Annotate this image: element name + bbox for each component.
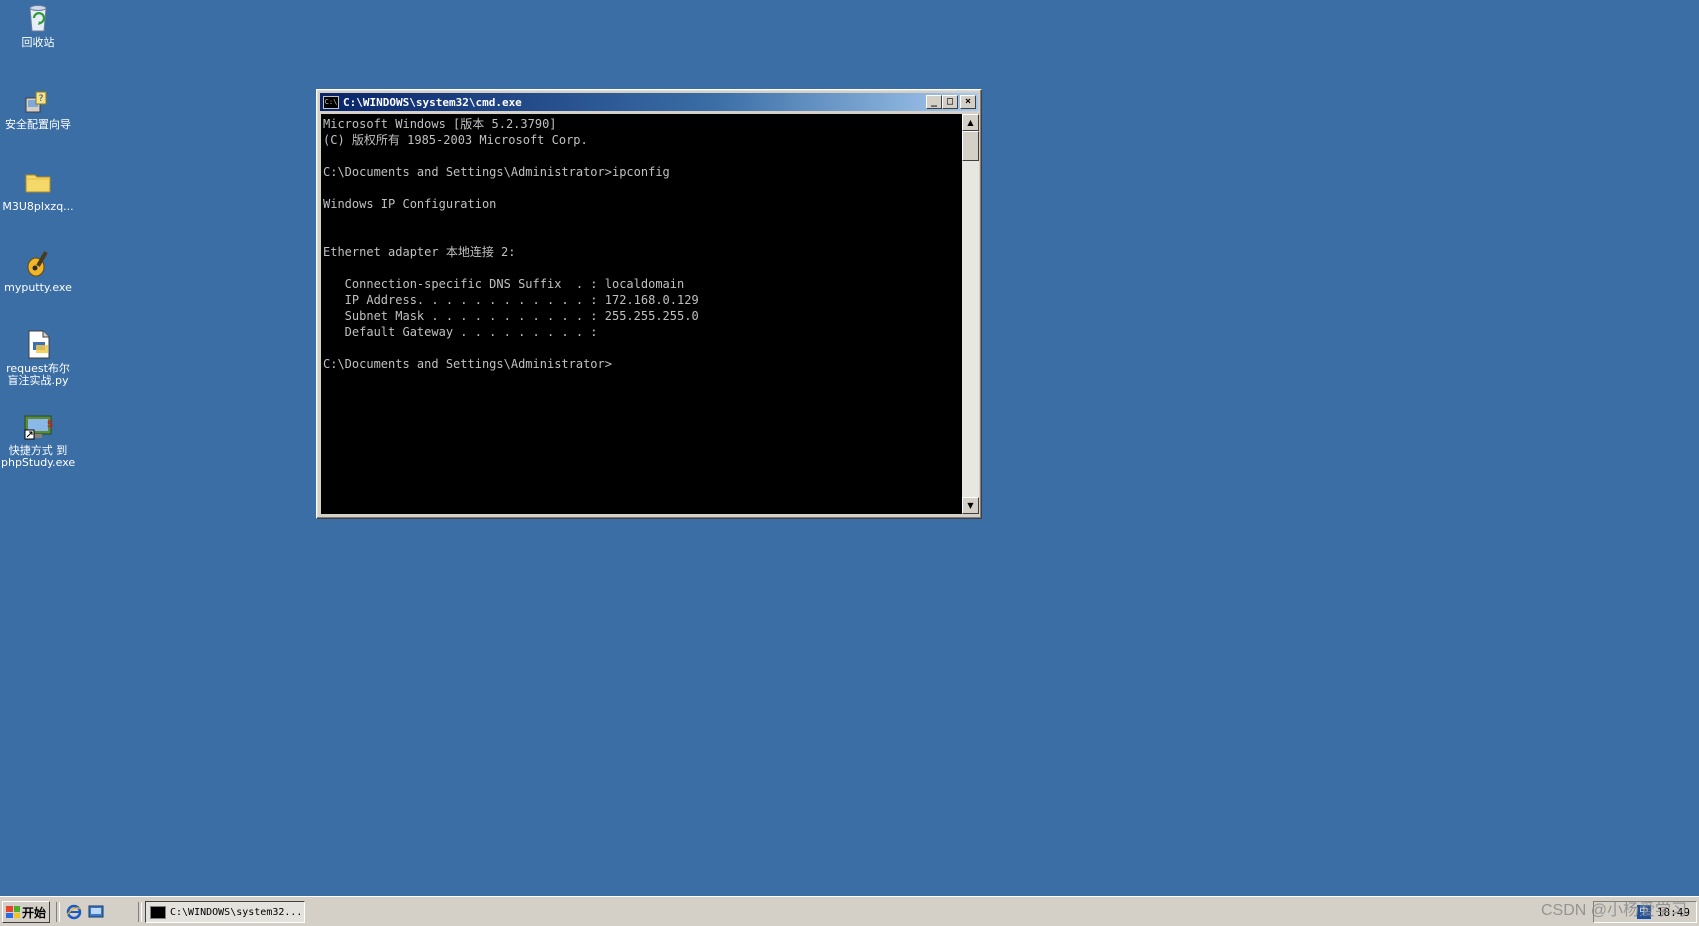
scroll-down-button[interactable]: ▼ — [962, 497, 979, 514]
show-desktop-icon[interactable] — [88, 904, 104, 920]
scroll-thumb[interactable] — [962, 131, 979, 161]
svg-text:?: ? — [39, 94, 44, 104]
svg-text:S: S — [47, 420, 53, 430]
desktop-icon-recycle-bin[interactable]: 回收站 — [0, 2, 76, 49]
desktop-icon-label: M3U8plxzq... — [2, 200, 74, 213]
desktop-icon-label: 回收站 — [21, 36, 55, 49]
console-output[interactable]: Microsoft Windows [版本 5.2.3790] (C) 版权所有 … — [321, 114, 962, 514]
desktop-icon-label: 安全配置向导 — [5, 118, 71, 131]
taskbar-item-cmd[interactable]: C:\WINDOWS\system32... — [145, 901, 305, 923]
python-file-icon — [28, 330, 50, 359]
console-line: Connection-specific DNS Suffix . : local… — [323, 277, 685, 291]
start-label: 开始 — [22, 905, 47, 920]
console-line: Subnet Mask . . . . . . . . . . . : 255.… — [323, 309, 699, 323]
maximize-button[interactable]: □ — [942, 95, 958, 109]
console-line: (C) 版权所有 1985-2003 Microsoft Corp. — [323, 133, 588, 147]
taskbar: 开始 C:\WINDOWS\system32... 中 18:49 — [0, 896, 1699, 926]
internet-explorer-icon[interactable] — [66, 904, 82, 920]
console-line: Windows IP Configuration — [323, 197, 497, 211]
window-title: C:\WINDOWS\system32\cmd.exe — [343, 95, 522, 109]
taskbar-item-label: C:\WINDOWS\system32... — [170, 906, 303, 918]
folder-icon — [25, 174, 51, 193]
desktop-icon-label: request布尔 盲注实战.py — [6, 362, 70, 387]
console-line: Ethernet adapter 本地连接 2: — [323, 245, 516, 259]
desktop-icon-security-wizard[interactable]: ? 安全配置向导 — [0, 84, 76, 131]
close-button[interactable]: × — [960, 95, 976, 109]
taskbar-separator — [138, 902, 142, 922]
desktop-icon-label: myputty.exe — [4, 281, 72, 294]
cmd-icon — [150, 905, 166, 919]
desktop-icon-label: 快捷方式 到 phpStudy.exe — [1, 444, 76, 469]
watermark: CSDN @小杨爱学习 — [1540, 902, 1687, 919]
minimize-button[interactable]: _ — [926, 95, 942, 109]
scroll-up-button[interactable]: ▲ — [962, 114, 979, 131]
desktop-icon-myputty[interactable]: myputty.exe — [0, 247, 76, 294]
start-button[interactable]: 开始 — [2, 901, 50, 923]
console-line: C:\Documents and Settings\Administrator> — [323, 357, 612, 371]
window-titlebar[interactable]: C:\ C:\WINDOWS\system32\cmd.exe _ □ × — [320, 93, 978, 111]
desktop-icon-m3u8-folder[interactable]: M3U8plxzq... — [0, 166, 76, 213]
cmd-icon: C:\ — [323, 95, 339, 109]
phpstudy-shortcut-icon: S — [24, 415, 53, 440]
taskbar-separator — [56, 902, 60, 922]
security-wizard-icon: ? — [25, 91, 47, 113]
cmd-window[interactable]: C:\ C:\WINDOWS\system32\cmd.exe _ □ × Mi… — [316, 89, 982, 519]
desktop-icon-phpstudy-shortcut[interactable]: S 快捷方式 到 phpStudy.exe — [0, 410, 76, 469]
console-line: C:\Documents and Settings\Administrator>… — [323, 165, 670, 179]
windows-logo-icon — [6, 906, 20, 918]
putty-icon — [27, 251, 48, 277]
vertical-scrollbar[interactable]: ▲ ▼ — [962, 114, 979, 514]
console-line: IP Address. . . . . . . . . . . . : 172.… — [323, 293, 699, 307]
recycle-bin-icon — [29, 5, 47, 32]
console-line: Default Gateway . . . . . . . . . : — [323, 325, 598, 339]
console-line: Microsoft Windows [版本 5.2.3790] — [323, 117, 557, 131]
desktop-icon-python-file[interactable]: request布尔 盲注实战.py — [0, 328, 76, 387]
